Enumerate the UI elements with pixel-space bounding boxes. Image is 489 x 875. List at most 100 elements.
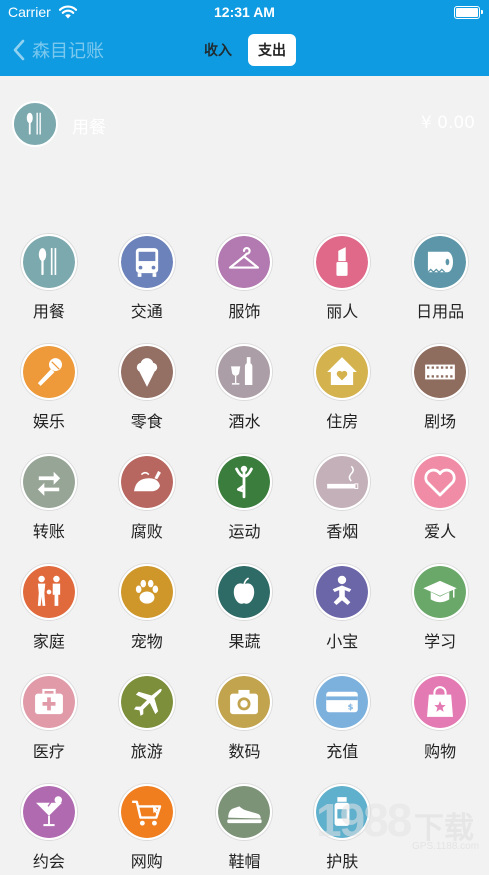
amount-display[interactable]: ¥ 0.00 <box>421 113 475 133</box>
category-label: 转账 <box>32 522 65 541</box>
category-baby[interactable]: 小宝 <box>293 564 391 674</box>
category-label: 用餐 <box>32 302 65 321</box>
category-toilet-paper[interactable]: 日用品 <box>391 234 489 344</box>
yoga-pose-icon <box>216 454 273 510</box>
category-yoga-pose[interactable]: 运动 <box>196 454 294 564</box>
category-label: 零食 <box>130 412 163 431</box>
category-apple[interactable]: 果蔬 <box>196 564 294 674</box>
sneaker-icon <box>216 784 273 840</box>
category-medical-kit[interactable]: 医疗 <box>0 674 98 784</box>
category-lipstick[interactable]: 丽人 <box>293 234 391 344</box>
category-label: 旅游 <box>130 742 163 761</box>
category-airplane[interactable]: 旅游 <box>98 674 196 784</box>
category-label: 酒水 <box>228 412 261 431</box>
watermark-site: GPS.1188.com <box>412 841 480 852</box>
category-transfer-arrows[interactable]: 转账 <box>0 454 98 564</box>
airplane-icon <box>118 674 175 730</box>
category-label: 医疗 <box>32 742 65 761</box>
paw-icon <box>118 564 175 620</box>
category-paw[interactable]: 宠物 <box>98 564 196 674</box>
wine-bottle-icon <box>216 344 273 400</box>
category-label: 鞋帽 <box>228 852 261 871</box>
category-label: 约会 <box>32 852 65 871</box>
category-cigarette[interactable]: 香烟 <box>293 454 391 564</box>
selected-category-label: 用餐 <box>72 118 106 138</box>
hanger-icon <box>216 234 273 290</box>
tab-income[interactable]: 收入 <box>192 34 244 66</box>
film-strip-icon <box>412 344 469 400</box>
card-icon: $ <box>314 674 371 730</box>
category-label: 剧场 <box>424 412 457 431</box>
category-wine-bottle[interactable]: 酒水 <box>196 344 294 454</box>
category-family[interactable]: 家庭 <box>0 564 98 674</box>
category-label: 购物 <box>424 742 457 761</box>
category-cocktail[interactable]: 约会 <box>0 784 98 875</box>
category-label: 小宝 <box>326 632 359 651</box>
category-ice-cream[interactable]: 零食 <box>98 344 196 454</box>
tab-expense[interactable]: 支出 <box>248 34 296 66</box>
entry-row[interactable]: 用餐 ¥ 0.00 <box>0 96 489 152</box>
roast-chicken-icon <box>118 454 175 510</box>
category-label: 住房 <box>326 412 359 431</box>
shopping-cart-icon <box>118 784 175 840</box>
toilet-paper-icon <box>412 234 469 290</box>
back-button[interactable]: 森目记账 <box>12 34 104 66</box>
cigarette-icon <box>314 454 371 510</box>
category-label: 香烟 <box>326 522 359 541</box>
back-label: 森目记账 <box>32 41 104 62</box>
status-bar: Carrier 12:31 AM <box>0 0 489 26</box>
microphone-icon <box>20 344 77 400</box>
category-label: 腐败 <box>130 522 163 541</box>
category-label: 服饰 <box>228 302 261 321</box>
lipstick-icon <box>314 234 371 290</box>
medical-kit-icon <box>20 674 77 730</box>
fork-knife-icon <box>26 112 41 135</box>
category-heart[interactable]: 爱人 <box>391 454 489 564</box>
category-label: 数码 <box>228 742 261 761</box>
category-shopping-bag[interactable]: 购物 <box>391 674 489 784</box>
category-label: 宠物 <box>130 632 163 651</box>
category-label: 娱乐 <box>32 412 65 431</box>
clock: 12:31 AM <box>214 4 275 20</box>
category-label: 学习 <box>424 632 457 651</box>
selected-category-icon <box>12 101 58 147</box>
fork-knife-icon <box>20 234 77 290</box>
category-film-strip[interactable]: 剧场 <box>391 344 489 454</box>
graduation-cap-icon <box>412 564 469 620</box>
category-label: 日用品 <box>416 302 465 321</box>
category-hanger[interactable]: 服饰 <box>196 234 294 344</box>
category-house-heart[interactable]: 住房 <box>293 344 391 454</box>
heart-icon <box>412 454 469 510</box>
battery-icon <box>454 6 483 19</box>
cocktail-icon <box>20 784 77 840</box>
ice-cream-icon <box>118 344 175 400</box>
category-sneaker[interactable]: 鞋帽 <box>196 784 294 875</box>
camera-icon <box>216 674 273 730</box>
house-heart-icon <box>314 344 371 400</box>
apple-icon <box>216 564 273 620</box>
category-graduation-cap[interactable]: 学习 <box>391 564 489 674</box>
category-card[interactable]: $ 充值 <box>293 674 391 784</box>
category-camera[interactable]: 数码 <box>196 674 294 784</box>
category-microphone[interactable]: 娱乐 <box>0 344 98 454</box>
category-label: 家庭 <box>32 632 65 651</box>
category-grid: 用餐 交通 服饰 丽人 日用品娱乐 零食 酒水 住房 剧场转账 腐败 运动 香烟 爱人家庭 宠物 果蔬 小宝 学… <box>0 234 489 875</box>
chevron-left-icon <box>13 39 25 61</box>
category-label: 果蔬 <box>228 632 261 651</box>
category-roast-chicken[interactable]: 腐败 <box>98 454 196 564</box>
category-label: 交通 <box>130 302 163 321</box>
category-fork-knife[interactable]: 用餐 <box>0 234 98 344</box>
svg-text:$: $ <box>348 701 354 711</box>
category-label: 充值 <box>326 742 359 761</box>
category-bus[interactable]: 交通 <box>98 234 196 344</box>
category-shopping-cart[interactable]: 网购 <box>98 784 196 875</box>
watermark: 1988 下载 GPS.1188.com <box>316 793 489 875</box>
category-label: 网购 <box>130 852 163 871</box>
bus-icon <box>118 234 175 290</box>
category-label: 爱人 <box>424 522 457 541</box>
top-bar: Carrier 12:31 AM 森目记账 收入 支出 <box>0 0 489 76</box>
family-icon <box>20 564 77 620</box>
watermark-number: 1988 <box>316 794 412 846</box>
baby-icon <box>314 564 371 620</box>
income-expense-toggle: 收入 支出 <box>192 34 296 66</box>
